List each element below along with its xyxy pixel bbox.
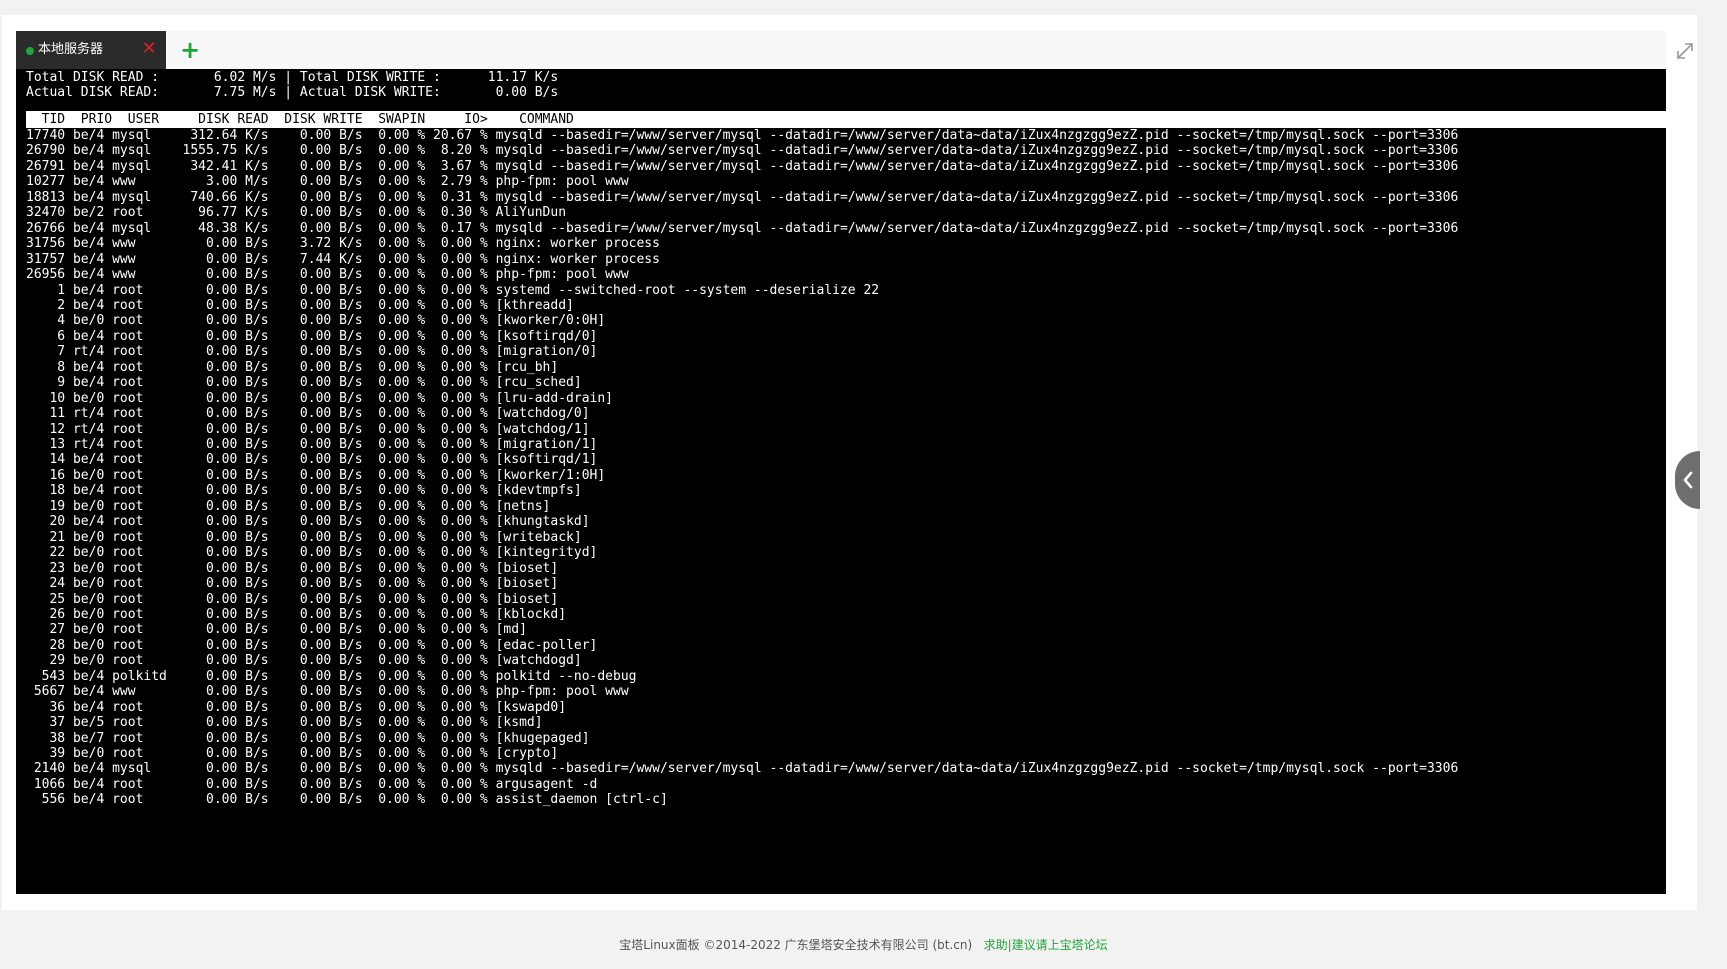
process-row: 16 be/0 root 0.00 B/s 0.00 B/s 0.00 % 0.… [26, 467, 606, 483]
process-row: 21 be/0 root 0.00 B/s 0.00 B/s 0.00 % 0.… [26, 529, 582, 545]
process-row: 18813 be/4 mysql 740.66 K/s 0.00 B/s 0.0… [26, 189, 1459, 205]
process-row: 27 be/0 root 0.00 B/s 0.00 B/s 0.00 % 0.… [26, 622, 527, 638]
process-row: 26790 be/4 mysql 1555.75 K/s 0.00 B/s 0.… [26, 143, 1459, 159]
footer-copyright: 宝塔Linux面板 ©2014-2022 广东堡塔安全技术有限公司 (bt.cn… [619, 938, 973, 952]
process-row: 13 rt/4 root 0.00 B/s 0.00 B/s 0.00 % 0.… [26, 437, 598, 452]
chevron-left-icon [1683, 471, 1693, 489]
iotop-column-header: TID PRIO USER DISK READ DISK WRITE SWAPI… [26, 111, 1666, 128]
add-tab-button[interactable]: + [178, 37, 202, 63]
tab-label: 本地服务器 [38, 42, 104, 57]
footer: 宝塔Linux面板 ©2014-2022 广东堡塔安全技术有限公司 (bt.cn… [0, 935, 1727, 955]
process-row: 10 be/0 root 0.00 B/s 0.00 B/s 0.00 % 0.… [26, 390, 613, 406]
summary-disk-read-actual: Actual DISK READ: 7.75 M/s | Actual DISK… [26, 85, 559, 100]
process-row: 11 rt/4 root 0.00 B/s 0.00 B/s 0.00 % 0.… [26, 406, 590, 422]
process-row: 543 be/4 polkitd 0.00 B/s 0.00 B/s 0.00 … [26, 668, 637, 684]
process-row: 2140 be/4 mysql 0.00 B/s 0.00 B/s 0.00 %… [26, 761, 1459, 777]
process-row: 22 be/0 root 0.00 B/s 0.00 B/s 0.00 % 0.… [26, 545, 598, 561]
process-row: 5667 be/4 www 0.00 B/s 0.00 B/s 0.00 % 0… [26, 684, 629, 700]
process-row: 8 be/4 root 0.00 B/s 0.00 B/s 0.00 % 0.0… [26, 359, 559, 375]
process-row: 7 rt/4 root 0.00 B/s 0.00 B/s 0.00 % 0.0… [26, 344, 598, 360]
process-row: 12 rt/4 root 0.00 B/s 0.00 B/s 0.00 % 0.… [26, 421, 590, 437]
process-row: 31757 be/4 www 0.00 B/s 7.44 K/s 0.00 % … [26, 251, 660, 267]
process-row: 26766 be/4 mysql 48.38 K/s 0.00 B/s 0.00… [26, 220, 1459, 236]
tab-local-server[interactable]: 本地服务器 ✕ [16, 31, 166, 69]
fullscreen-icon[interactable] [1674, 40, 1696, 62]
process-row: 556 be/4 root 0.00 B/s 0.00 B/s 0.00 % 0… [26, 792, 668, 808]
process-row: 39 be/0 root 0.00 B/s 0.00 B/s 0.00 % 0.… [26, 746, 559, 761]
process-row: 1 be/4 root 0.00 B/s 0.00 B/s 0.00 % 0.0… [26, 282, 880, 298]
process-row: 36 be/4 root 0.00 B/s 0.00 B/s 0.00 % 0.… [26, 699, 567, 715]
process-row: 26 be/0 root 0.00 B/s 0.00 B/s 0.00 % 0.… [26, 606, 567, 622]
process-row: 23 be/0 root 0.00 B/s 0.00 B/s 0.00 % 0.… [26, 560, 559, 576]
status-dot-icon [26, 47, 34, 55]
side-panel-toggle[interactable] [1675, 451, 1700, 509]
process-row: 19 be/0 root 0.00 B/s 0.00 B/s 0.00 % 0.… [26, 498, 551, 514]
process-row: 31756 be/4 www 0.00 B/s 3.72 K/s 0.00 % … [26, 236, 660, 252]
process-row: 17740 be/4 mysql 312.64 K/s 0.00 B/s 0.0… [26, 128, 1459, 143]
process-row: 10277 be/4 www 3.00 M/s 0.00 B/s 0.00 % … [26, 174, 629, 190]
process-row: 26791 be/4 mysql 342.41 K/s 0.00 B/s 0.0… [26, 158, 1459, 174]
process-row: 26956 be/4 www 0.00 B/s 0.00 B/s 0.00 % … [26, 267, 629, 283]
process-row: 1066 be/4 root 0.00 B/s 0.00 B/s 0.00 % … [26, 776, 598, 792]
close-icon[interactable]: ✕ [140, 38, 158, 60]
process-row: 9 be/4 root 0.00 B/s 0.00 B/s 0.00 % 0.0… [26, 375, 582, 391]
terminal[interactable]: Total DISK READ : 6.02 M/s | Total DISK … [16, 69, 1666, 894]
process-row: 28 be/0 root 0.00 B/s 0.00 B/s 0.00 % 0.… [26, 637, 598, 653]
process-row: 18 be/4 root 0.00 B/s 0.00 B/s 0.00 % 0.… [26, 483, 582, 499]
process-row: 24 be/0 root 0.00 B/s 0.00 B/s 0.00 % 0.… [26, 576, 559, 592]
process-row: 25 be/0 root 0.00 B/s 0.00 B/s 0.00 % 0.… [26, 591, 559, 607]
process-row: 20 be/4 root 0.00 B/s 0.00 B/s 0.00 % 0.… [26, 514, 590, 530]
forum-link[interactable]: 求助|建议请上宝塔论坛 [984, 938, 1108, 952]
process-row: 32470 be/2 root 96.77 K/s 0.00 B/s 0.00 … [26, 205, 567, 221]
tab-bar: 本地服务器 ✕ + [16, 31, 1693, 70]
process-row: 6 be/4 root 0.00 B/s 0.00 B/s 0.00 % 0.0… [26, 328, 598, 344]
process-row: 4 be/0 root 0.00 B/s 0.00 B/s 0.00 % 0.0… [26, 313, 606, 329]
process-row: 29 be/0 root 0.00 B/s 0.00 B/s 0.00 % 0.… [26, 653, 582, 669]
process-row: 2 be/4 root 0.00 B/s 0.00 B/s 0.00 % 0.0… [26, 297, 574, 313]
process-row: 14 be/4 root 0.00 B/s 0.00 B/s 0.00 % 0.… [26, 452, 598, 468]
process-row: 37 be/5 root 0.00 B/s 0.00 B/s 0.00 % 0.… [26, 715, 543, 731]
process-row: 38 be/7 root 0.00 B/s 0.00 B/s 0.00 % 0.… [26, 730, 590, 746]
